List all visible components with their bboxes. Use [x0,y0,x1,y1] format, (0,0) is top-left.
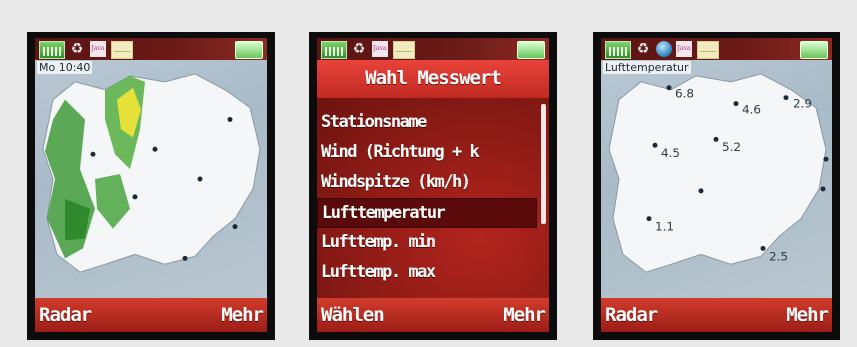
menu-item-station-name[interactable]: Stationsname [321,108,537,136]
switzerland-map: 6.8 4.6 2.9 4.5 5.2 1.1 2.5 [608,73,829,273]
switzerland-map [42,73,261,273]
temp-value: 6.8 [675,87,694,101]
sync-icon: ♻ [70,41,84,57]
screen: ♻ Java Mo 10:40 Radar Mehr [35,38,267,332]
timestamp-label: Mo 10:40 [37,61,93,74]
sync-icon: ♻ [352,41,366,57]
temp-value: 4.6 [742,103,761,117]
radar-map[interactable]: Mo 10:40 [35,60,267,298]
softkey-right-more[interactable]: Mehr [503,304,546,326]
phone-temperature: ♻ Java 6.8 4.6 2.9 4.5 5.2 1.1 2.5 Luftt… [593,32,840,340]
softkey-bar: Radar Mehr [601,298,832,332]
menu-item-air-temp-max[interactable]: Lufttemp. max [321,258,537,286]
softkey-left-select[interactable]: Wählen [321,304,385,326]
softkey-right-more[interactable]: Mehr [786,304,829,326]
menu-item-wind[interactable]: Wind (Richtung + k [321,138,537,166]
softkey-right-more[interactable]: Mehr [221,304,264,326]
temp-value: 4.5 [661,146,680,160]
status-bar: ♻ Java [601,38,832,60]
screen: ♻ Java Wahl Messwert Stationsname Wind (… [317,38,549,332]
java-icon: Java [676,41,692,57]
menu-item-wind-gust[interactable]: Windspitze (km/h) [321,168,537,196]
softkey-bar: Radar Mehr [35,298,267,332]
signal-icon [605,41,631,59]
mail-icon [111,41,133,59]
globe-icon [656,41,672,57]
temp-value: 1.1 [655,220,674,234]
menu-item-air-temp-min[interactable]: Lufttemp. min [321,228,537,256]
measurement-menu: Stationsname Wind (Richtung + k Windspit… [317,98,549,298]
status-bar: ♻ Java [35,38,267,60]
softkey-bar: Wählen Mehr [317,298,549,332]
menu-title: Wahl Messwert [317,60,549,98]
java-icon: Java [372,41,388,57]
status-bar: ♻ Java [317,38,549,60]
phone-radar: ♻ Java Mo 10:40 Radar Mehr [27,32,275,340]
sync-icon: ♻ [636,41,650,57]
java-icon: Java [90,41,106,57]
signal-icon [39,41,65,59]
scrollbar[interactable] [541,104,546,224]
temp-value: 2.5 [769,249,788,263]
measurement-label: Lufttemperatur [603,61,691,74]
temperature-map[interactable]: 6.8 4.6 2.9 4.5 5.2 1.1 2.5 Lufttemperat… [601,60,832,298]
softkey-left-radar[interactable]: Radar [605,304,658,326]
battery-icon [517,41,545,59]
screen: ♻ Java 6.8 4.6 2.9 4.5 5.2 1.1 2.5 Luftt… [601,38,832,332]
mail-icon [393,41,415,59]
temp-value: 5.2 [722,140,741,154]
mail-icon [697,41,719,59]
phone-menu: ♻ Java Wahl Messwert Stationsname Wind (… [309,32,557,340]
battery-icon [800,41,828,59]
softkey-left-radar[interactable]: Radar [39,304,92,326]
menu-item-air-temperature[interactable]: Lufttemperatur [317,198,537,228]
signal-icon [321,41,347,59]
temp-value: 2.9 [793,97,812,111]
battery-icon [235,41,263,59]
